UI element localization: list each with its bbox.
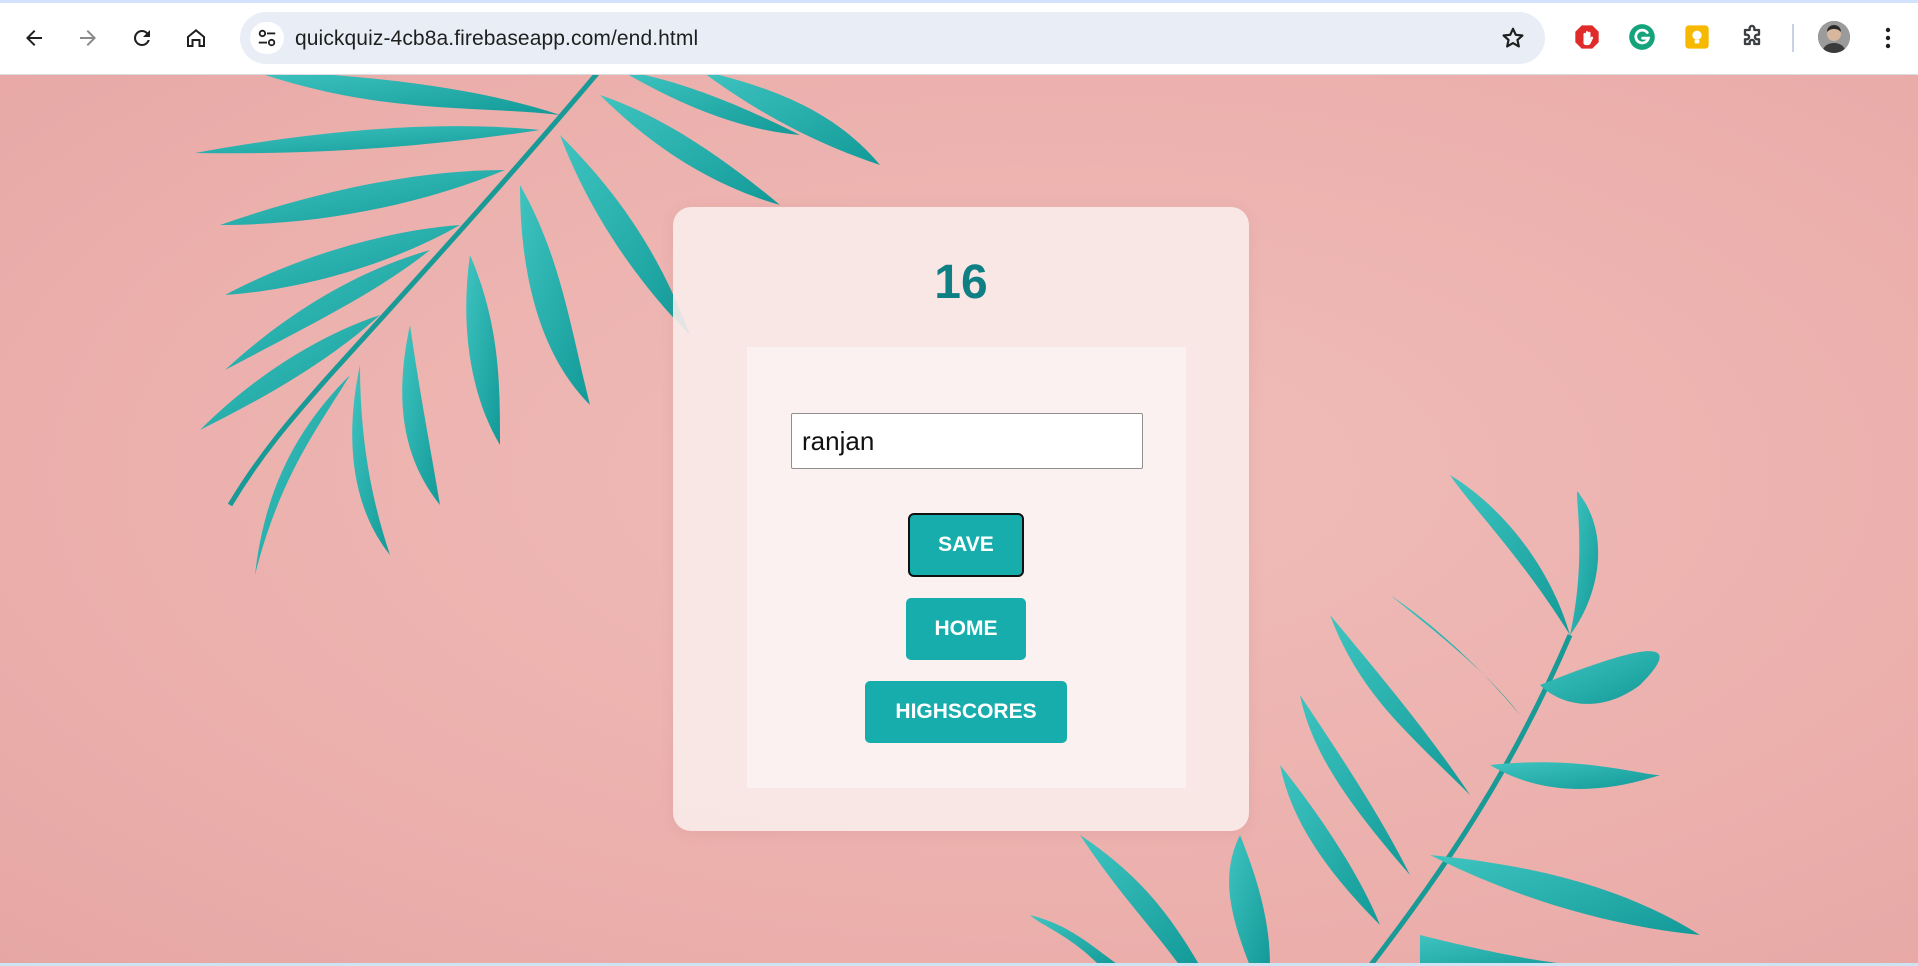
username-input[interactable]	[791, 413, 1143, 469]
browser-menu-button[interactable]	[1872, 20, 1904, 56]
home-icon	[187, 29, 205, 47]
save-score-form: SAVE HOME HIGHSCORES	[747, 347, 1186, 788]
url-text[interactable]: quickquiz-4cb8a.firebaseapp.com/end.html	[295, 27, 698, 51]
address-bar[interactable]: quickquiz-4cb8a.firebaseapp.com/end.html	[240, 12, 1545, 64]
forward-button[interactable]	[70, 20, 106, 56]
keep-extension-icon[interactable]	[1682, 22, 1712, 52]
more-vertical-icon	[1885, 27, 1891, 49]
profile-avatar[interactable]	[1818, 21, 1850, 53]
arrow-right-icon	[80, 30, 96, 46]
tune-icon	[258, 29, 276, 47]
bookmark-button[interactable]	[1499, 24, 1527, 52]
reload-icon	[133, 29, 150, 46]
grammarly-extension-icon[interactable]	[1627, 22, 1657, 52]
browser-toolbar: quickquiz-4cb8a.firebaseapp.com/end.html	[0, 0, 1918, 75]
back-button[interactable]	[16, 20, 52, 56]
home-button[interactable]	[178, 20, 214, 56]
extensions-puzzle-icon[interactable]	[1737, 22, 1767, 52]
avatar-icon	[1818, 21, 1850, 53]
highscores-button[interactable]: HIGHSCORES	[865, 681, 1067, 743]
site-info-button[interactable]	[250, 22, 284, 54]
save-button[interactable]: SAVE	[908, 513, 1024, 577]
tab-strip-edge	[0, 0, 1918, 3]
reload-button[interactable]	[124, 20, 160, 56]
home-button-page[interactable]: HOME	[906, 598, 1026, 660]
end-card: 16 SAVE HOME HIGHSCORES	[673, 207, 1249, 831]
star-icon	[1502, 27, 1524, 48]
arrow-left-icon	[26, 30, 42, 46]
final-score: 16	[934, 256, 988, 309]
adblock-extension-icon[interactable]	[1572, 22, 1602, 52]
page-viewport: 16 SAVE HOME HIGHSCORES	[0, 75, 1918, 966]
toolbar-divider	[1792, 24, 1794, 52]
